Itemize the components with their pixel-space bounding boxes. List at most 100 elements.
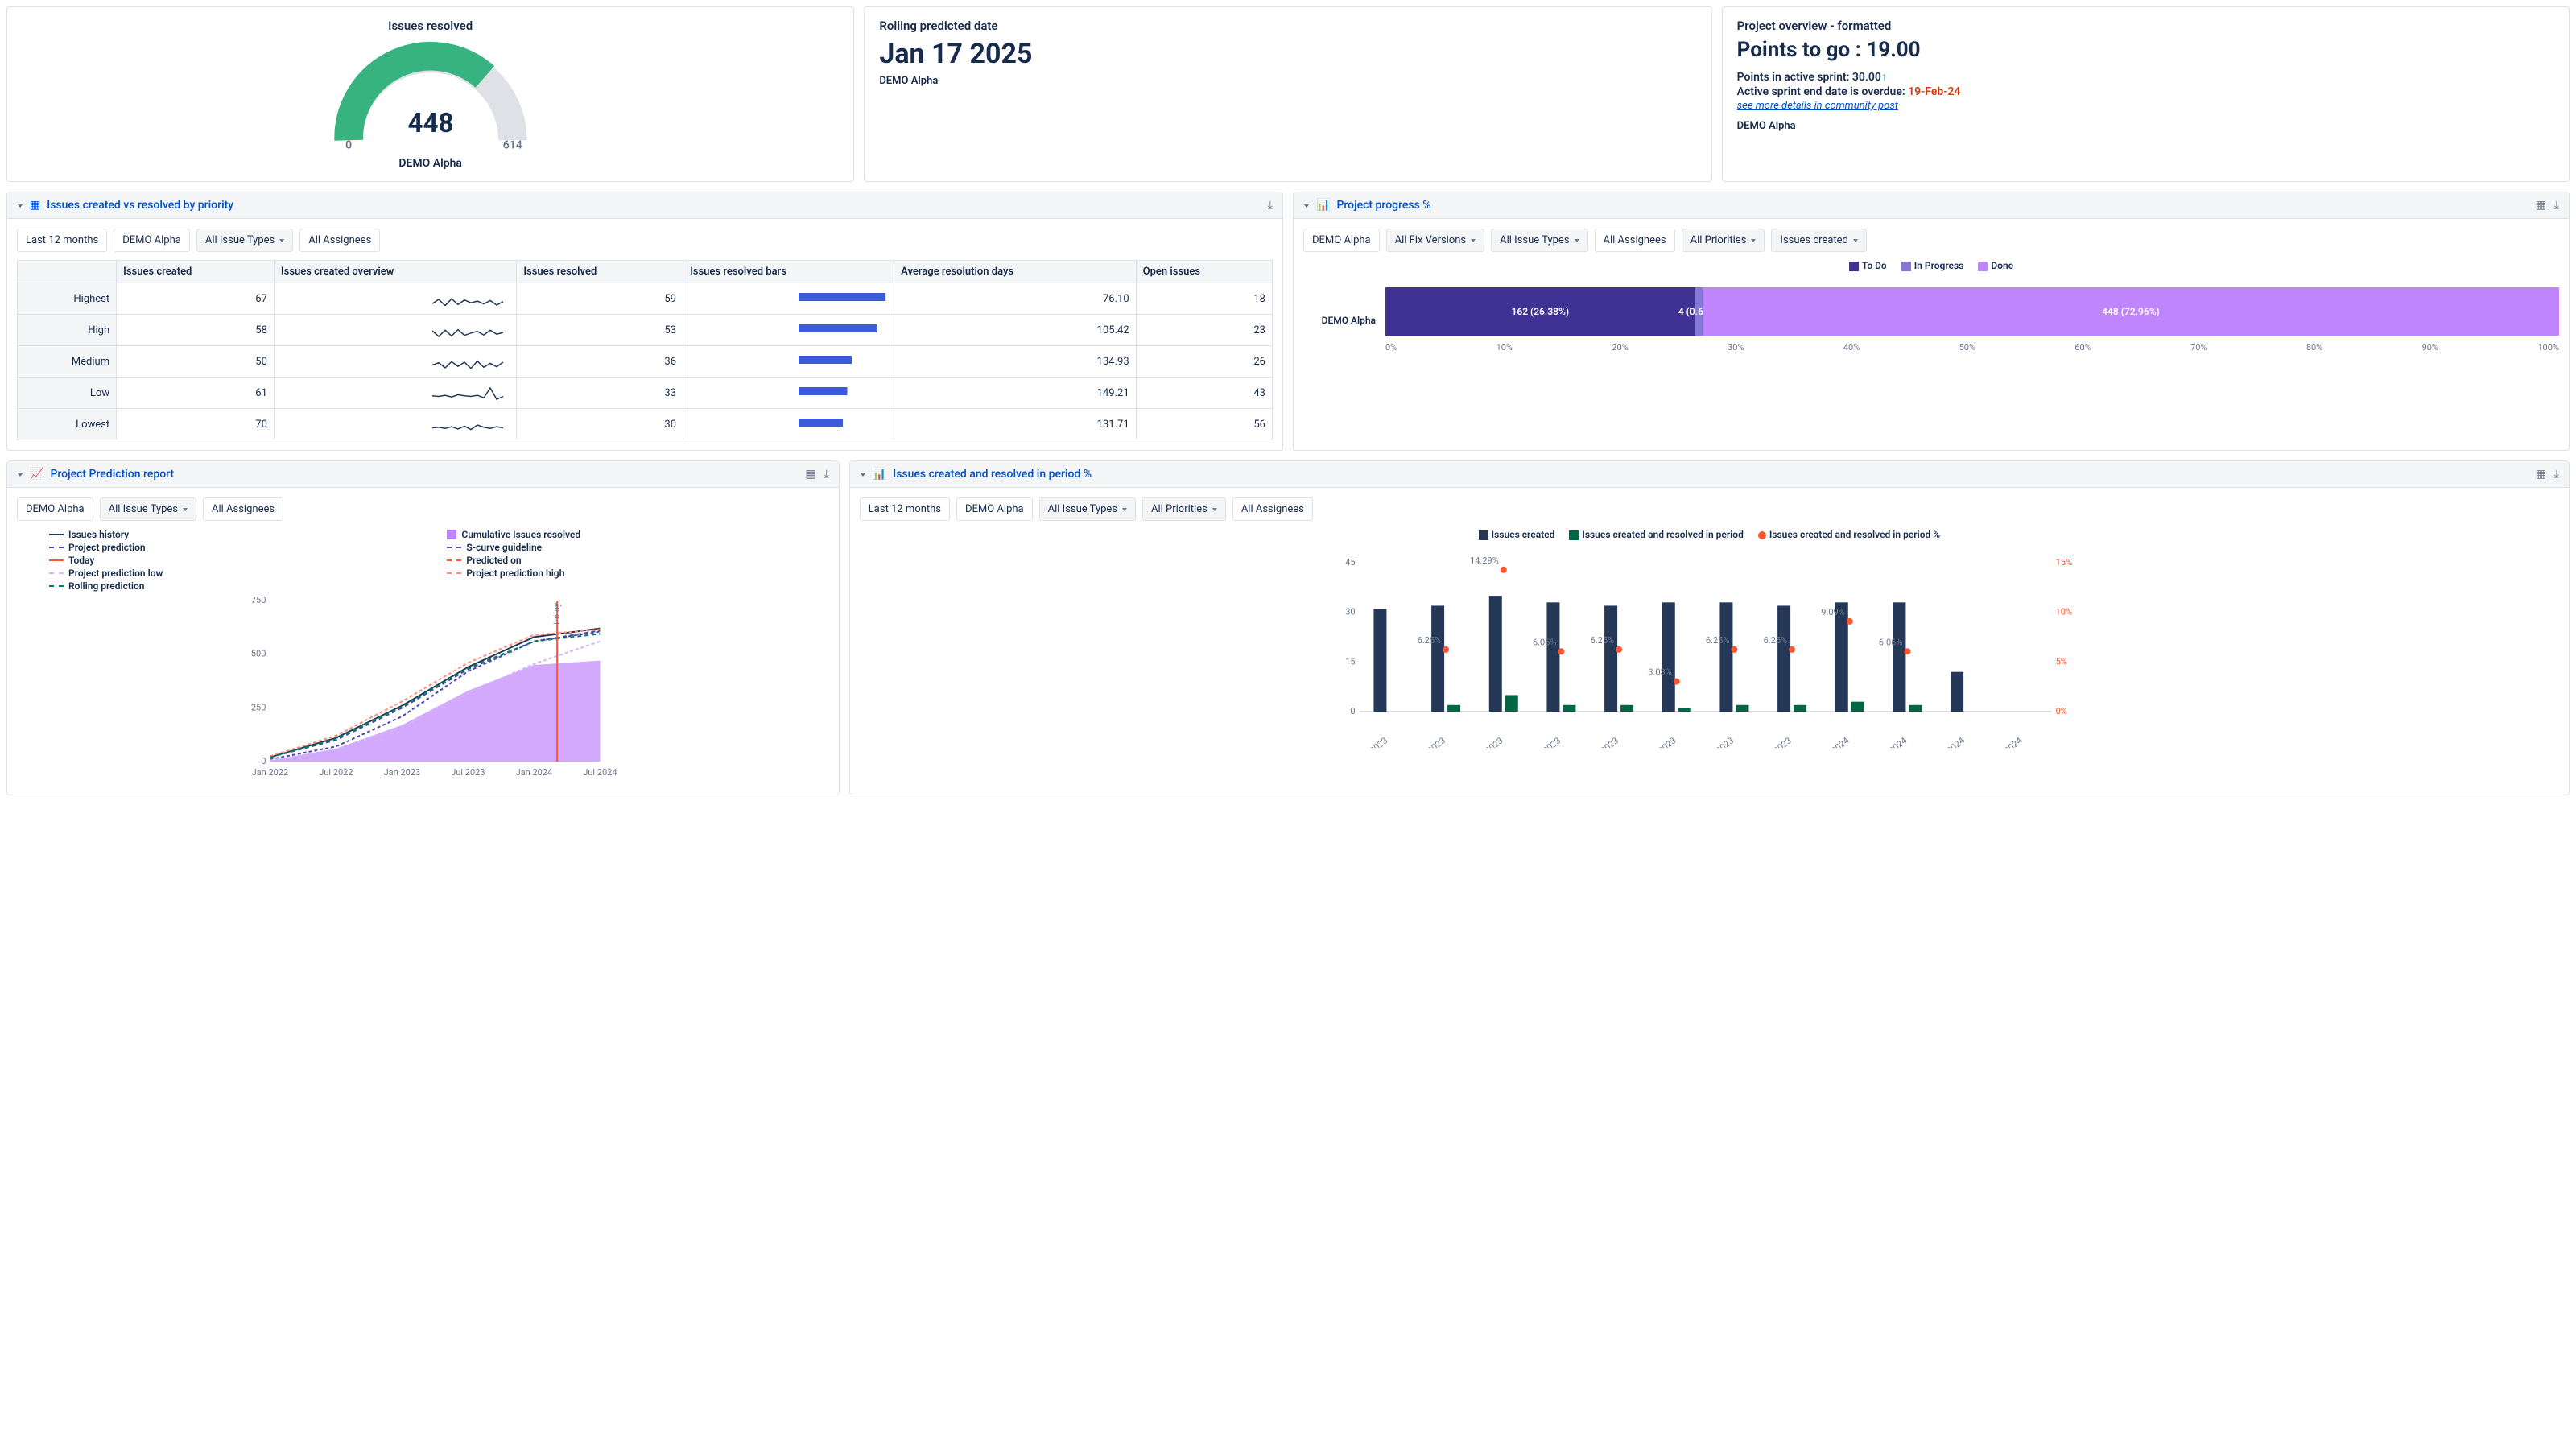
filter-all-issue-types[interactable]: All Issue Types [1491,229,1587,252]
collapse-icon[interactable] [1303,204,1310,208]
progress-bar: 162 (26.38%)4 (0.65%)448 (72.96%) [1385,287,2559,336]
collapse-icon[interactable] [860,473,866,477]
progress-legend: To DoIn ProgressDone [1303,260,2559,271]
progress-ylabel: DEMO Alpha [1303,315,1376,326]
filter-all-issue-types[interactable]: All Issue Types [100,497,196,521]
legend-item: Issues created and resolved in period % [1758,529,1940,540]
collapse-icon[interactable] [17,473,23,477]
rolling-title: Rolling predicted date [879,19,1696,33]
svg-text:6.25%: 6.25% [1590,635,1614,646]
legend-item: S-curve guideline [447,542,828,553]
filter-demo-alpha[interactable]: DEMO Alpha [114,229,190,252]
progress-title[interactable]: Project progress % [1336,199,2529,212]
filter-demo-alpha[interactable]: DEMO Alpha [956,497,1033,521]
filter-all-assignees[interactable]: All Assignees [1232,497,1313,521]
filter-all-fix-versions[interactable]: All Fix Versions [1386,229,1485,252]
filter-all-priorities[interactable]: All Priorities [1142,497,1226,521]
col-header: Issues created [117,261,275,283]
svg-text:Jul 2023: Jul 2023 [451,767,485,778]
svg-text:0%: 0% [2055,706,2066,716]
svg-text:0: 0 [345,138,352,151]
table-row: Lowest70 30 131.7156 [18,409,1273,440]
legend-item: Today [49,555,431,566]
legend-item: To Do [1849,260,1887,271]
svg-text:Jan 2024: Jan 2024 [1816,735,1851,748]
overview-line2: Active sprint end date is overdue: 19-Fe… [1737,85,2554,98]
svg-text:15%: 15% [2055,557,2071,568]
svg-text:May 2023: May 2023 [1353,735,1389,748]
download-icon[interactable]: ⤓ [824,468,829,481]
svg-text:Jun 2023: Jun 2023 [1412,735,1447,748]
progress-filters: DEMO Alpha All Fix Versions All Issue Type… [1303,229,2559,252]
svg-text:6.25%: 6.25% [1417,635,1441,646]
table-view-icon[interactable]: ▦ [2536,199,2546,212]
svg-text:45: 45 [1345,557,1355,568]
legend-item: Cumulative Issues resolved [447,529,828,540]
up-arrow-icon: ↑ [1881,71,1887,84]
col-header: Average resolution days [894,261,1137,283]
legend-item: Project prediction [49,542,431,553]
svg-text:Jan 2023: Jan 2023 [384,767,421,778]
filter-all-assignees[interactable]: All Assignees [203,497,283,521]
svg-text:10%: 10% [2055,607,2071,617]
rolling-date: Jan 17 2025 [879,38,1696,70]
period-gadget: 📊 Issues created and resolved in period … [849,460,2570,795]
priority-title[interactable]: Issues created vs resolved by priority [47,199,1261,212]
prediction-gadget: 📈 Project Prediction report ▦⤓ DEMO Alph… [6,460,840,795]
filter-demo-alpha[interactable]: DEMO Alpha [1303,229,1380,252]
table-view-icon[interactable]: ▦ [805,468,815,481]
svg-text:614: 614 [502,138,522,151]
col-header: Issues created overview [274,261,516,283]
filter-all-assignees[interactable]: All Assignees [1595,229,1675,252]
svg-text:15: 15 [1345,656,1355,667]
period-legend: Issues createdIssues created and resolve… [860,529,2559,540]
svg-text:Aug 2023: Aug 2023 [1527,735,1563,748]
legend-item: Predicted on [447,555,828,566]
download-icon[interactable]: ⤓ [1268,199,1273,212]
svg-text:Mar 2024: Mar 2024 [1931,735,1967,748]
prediction-filters: DEMO Alpha All Issue Types All Assignees [17,497,829,521]
filter-all-issue-types[interactable]: All Issue Types [1039,497,1136,521]
filter-all-priorities[interactable]: All Priorities [1682,229,1765,252]
period-title[interactable]: Issues created and resolved in period % [893,468,2529,481]
svg-text:750: 750 [251,597,266,605]
svg-text:Sep 2023: Sep 2023 [1585,735,1620,748]
col-header: Issues resolved bars [683,261,894,283]
table-view-icon[interactable]: ▦ [2536,468,2546,481]
filter-last-12-months[interactable]: Last 12 months [17,229,107,252]
collapse-icon[interactable] [17,204,23,208]
gauge-subtitle: DEMO Alpha [22,157,839,170]
svg-text:6.06%: 6.06% [1879,637,1903,647]
period-chart: 01530450%5%10%15%May 2023Jun 20236.25%Ju… [860,547,2559,748]
points-to-go: Points to go : 19.00 [1737,38,2554,62]
download-icon[interactable]: ⤓ [2554,199,2559,212]
svg-text:6.25%: 6.25% [1706,635,1730,646]
filter-all-assignees[interactable]: All Assignees [299,229,380,252]
priority-filters: Last 12 months DEMO Alpha All Issue Types A… [17,229,1273,252]
svg-text:Dec 2023: Dec 2023 [1758,735,1794,748]
legend-item: Project prediction high [447,568,828,579]
progress-gadget: 📊 Project progress % ▦⤓ DEMO AlphaAll Fi… [1293,192,2570,451]
community-link[interactable]: see more details in community post [1737,100,1898,112]
svg-text:today: today [551,602,562,625]
download-icon[interactable]: ⤓ [2554,468,2559,481]
svg-text:0: 0 [1350,706,1355,716]
prediction-title[interactable]: Project Prediction report [50,468,799,481]
filter-demo-alpha[interactable]: DEMO Alpha [17,497,93,521]
filter-last-12-months[interactable]: Last 12 months [860,497,950,521]
table-row: Medium50 36 134.9326 [18,346,1273,378]
svg-text:Feb 2024: Feb 2024 [1874,735,1909,748]
svg-text:6.06%: 6.06% [1533,637,1557,647]
svg-text:Apr 2024: Apr 2024 [1990,735,2024,748]
rolling-subtitle: DEMO Alpha [879,75,1696,87]
svg-text:448: 448 [407,108,453,139]
svg-text:Jan 2024: Jan 2024 [516,767,553,778]
legend-item: Project prediction low [49,568,431,579]
svg-text:Jul 2023: Jul 2023 [1472,735,1505,748]
filter-all-issue-types[interactable]: All Issue Types [196,229,293,252]
filter-issues-created[interactable]: Issues created [1771,229,1866,252]
svg-text:6.25%: 6.25% [1763,635,1787,646]
chart-icon: 📊 [873,468,886,481]
gauge-chart: 448 0 614 [326,38,535,151]
legend-item: Issues created and resolved in period [1569,529,1743,540]
